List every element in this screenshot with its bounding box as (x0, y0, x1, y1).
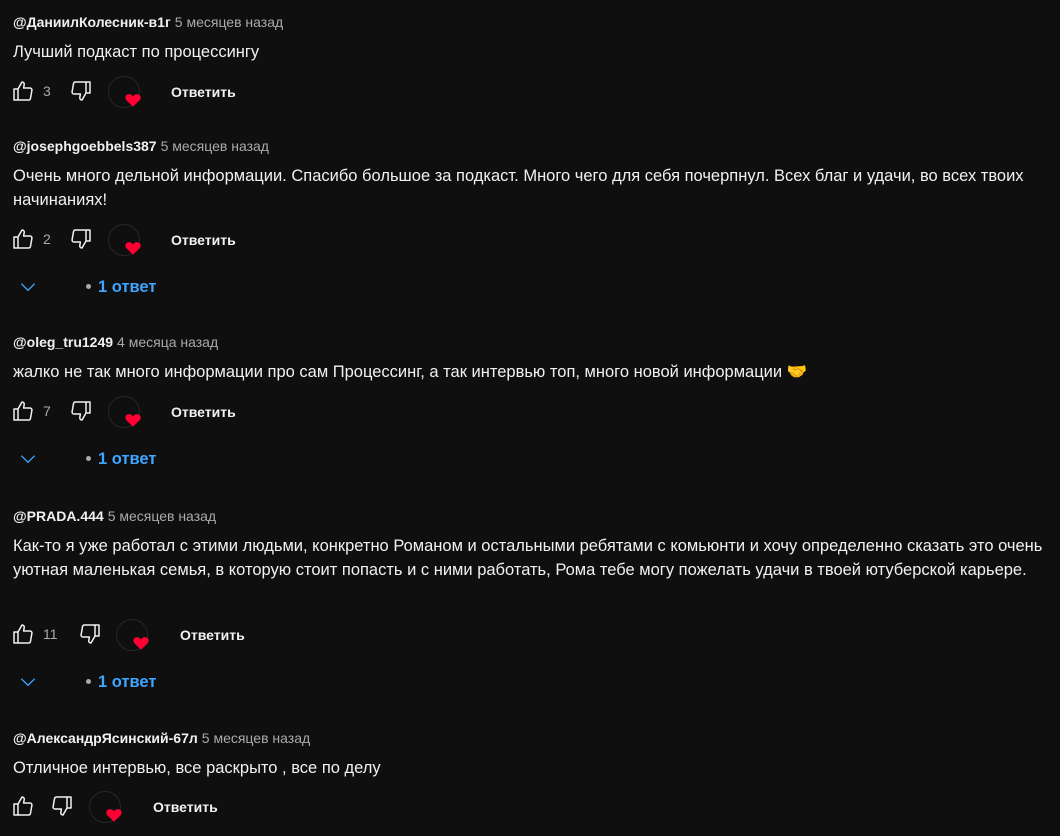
comment-toolbar: 3 Ответить (0, 72, 400, 112)
comment-header: @oleg_tru1249 4 месяца назад (13, 332, 218, 352)
comment-toolbar: 7 Ответить (0, 392, 400, 432)
replies-toggle[interactable]: 1 ответ (0, 445, 300, 475)
creator-heart[interactable] (108, 224, 141, 256)
reply-button[interactable]: Ответить (171, 231, 236, 249)
heart-icon (133, 637, 149, 650)
comment-text: Лучший подкаст по процессингу (13, 43, 260, 61)
thumb-up-icon (13, 796, 33, 816)
comment-text: Как-то я уже работал с этими людьми, кон… (13, 537, 1043, 579)
chevron-down-icon (20, 678, 36, 687)
like-button[interactable] (10, 621, 36, 647)
comment-header: @josephgoebbels387 5 месяцев назад (13, 136, 269, 156)
dislike-button[interactable] (49, 793, 75, 819)
replies-count[interactable]: 1 ответ (98, 672, 156, 692)
comment-author[interactable]: @oleg_tru1249 (13, 334, 113, 350)
comment-timestamp[interactable]: 5 месяцев назад (108, 508, 216, 524)
creator-heart[interactable] (89, 791, 122, 823)
separator-dot (86, 456, 91, 461)
heart-icon (106, 809, 122, 822)
replies-toggle[interactable]: 1 ответ (0, 273, 300, 303)
dislike-button[interactable] (68, 78, 94, 104)
comment-author[interactable]: @PRADA.444 (13, 508, 104, 524)
thumb-up-icon (13, 229, 33, 249)
comment-author[interactable]: @ДаниилКолесник-в1г (13, 14, 171, 30)
creator-heart[interactable] (108, 396, 141, 428)
comment-timestamp[interactable]: 5 месяцев назад (175, 14, 283, 30)
thumb-up-icon (13, 81, 33, 101)
comment-toolbar: 2 Ответить (0, 220, 400, 260)
comment-author[interactable]: @josephgoebbels387 (13, 138, 157, 154)
comment-header: @ДаниилКолесник-в1г 5 месяцев назад (13, 12, 283, 32)
creator-heart[interactable] (116, 619, 149, 651)
comment-header: @АлександрЯсинский-67л 5 месяцев назад (13, 728, 310, 748)
like-count: 3 (43, 83, 51, 99)
heart-icon (125, 414, 141, 427)
reply-button[interactable]: Ответить (171, 403, 236, 421)
comment-timestamp[interactable]: 4 месяца назад (117, 334, 218, 350)
comment-author[interactable]: @АлександрЯсинский-67л (13, 730, 198, 746)
like-count: 7 (43, 403, 51, 419)
dislike-button[interactable] (68, 226, 94, 252)
thumb-up-icon (13, 401, 33, 421)
heart-icon (125, 94, 141, 107)
thumb-down-icon (52, 796, 72, 816)
comment-toolbar: 11 Ответить (0, 615, 400, 655)
thumb-down-icon (71, 401, 91, 421)
comment-timestamp[interactable]: 5 месяцев назад (202, 730, 310, 746)
like-button[interactable] (10, 793, 36, 819)
like-count: 11 (43, 626, 58, 642)
separator-dot (86, 284, 91, 289)
separator-dot (86, 679, 91, 684)
comment-text: Очень много дельной информации. Спасибо … (13, 167, 1024, 209)
like-button[interactable] (10, 226, 36, 252)
reply-button[interactable]: Ответить (171, 83, 236, 101)
thumb-down-icon (80, 624, 100, 644)
replies-count[interactable]: 1 ответ (98, 449, 156, 469)
thumb-down-icon (71, 81, 91, 101)
reply-button[interactable]: Ответить (180, 626, 245, 644)
comment-text: Отличное интервью, все раскрыто , все по… (13, 759, 381, 777)
dislike-button[interactable] (68, 398, 94, 424)
dislike-button[interactable] (77, 621, 103, 647)
thumb-down-icon (71, 229, 91, 249)
creator-heart[interactable] (108, 76, 141, 108)
thumb-up-icon (13, 624, 33, 644)
like-button[interactable] (10, 398, 36, 424)
replies-count[interactable]: 1 ответ (98, 277, 156, 297)
chevron-down-icon (20, 455, 36, 464)
like-count: 2 (43, 231, 51, 247)
comment-timestamp[interactable]: 5 месяцев назад (161, 138, 269, 154)
comment-header: @PRADA.444 5 месяцев назад (13, 506, 216, 526)
replies-toggle[interactable]: 1 ответ (0, 668, 300, 698)
like-button[interactable] (10, 78, 36, 104)
heart-icon (125, 242, 141, 255)
reply-button[interactable]: Ответить (153, 798, 218, 816)
comment-toolbar: Ответить (0, 787, 400, 827)
comment-text: жалко не так много информации про сам Пр… (13, 363, 808, 381)
chevron-down-icon (20, 283, 36, 292)
